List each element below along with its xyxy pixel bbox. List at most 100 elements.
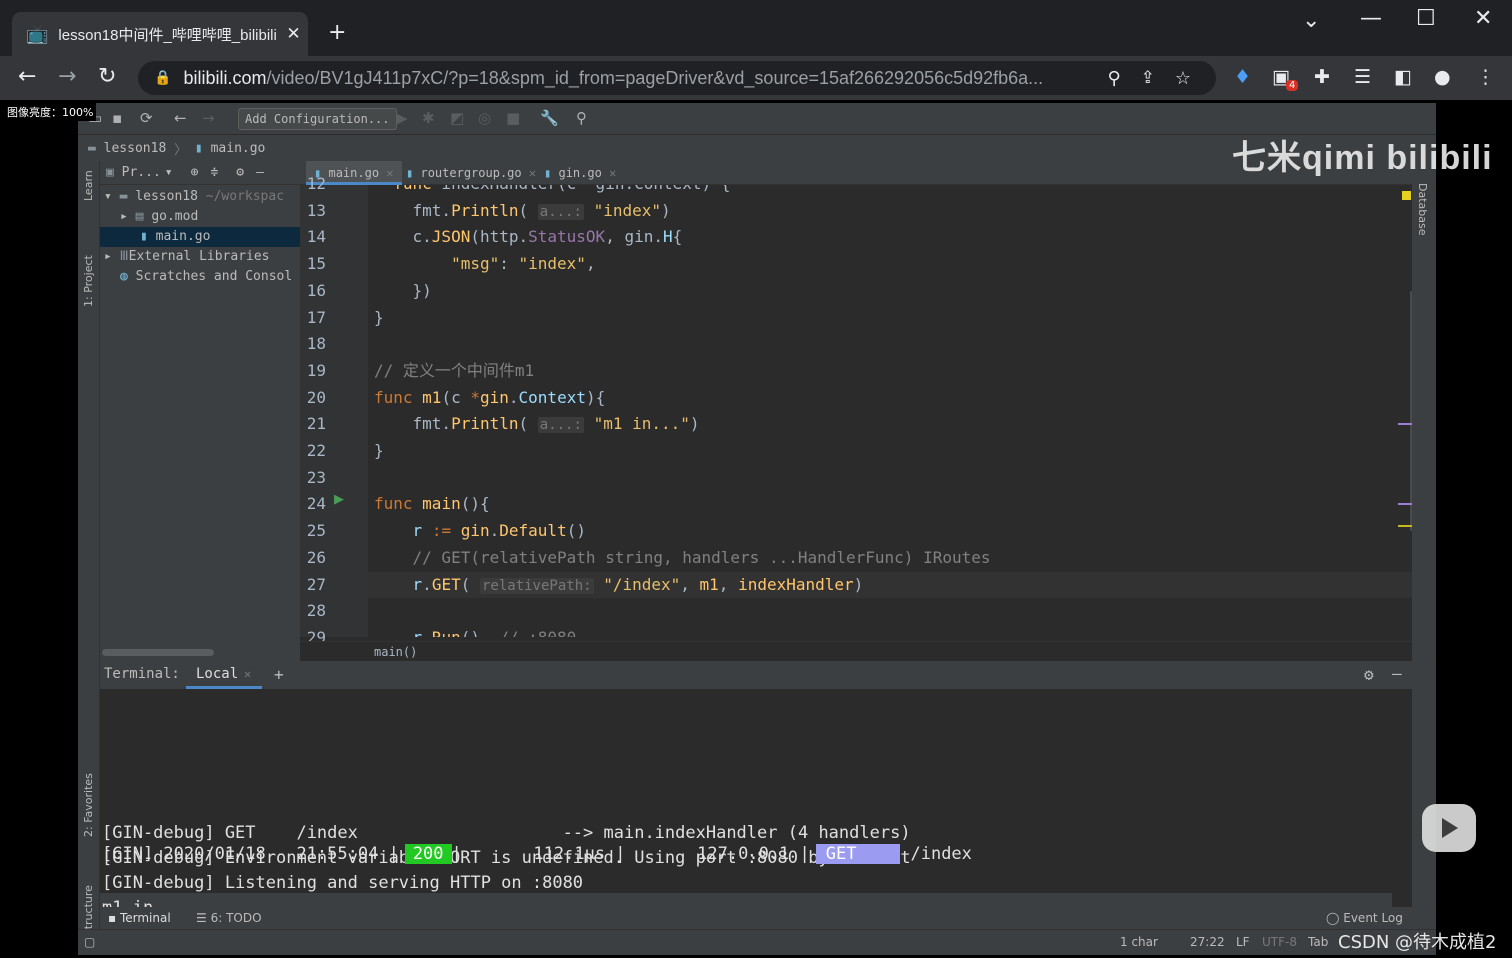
- share-icon[interactable]: ⇪: [1141, 68, 1155, 88]
- gin-log-line: [GIN] 2020/01/18 - 21:55:04 | 200 | 112.1µ…: [102, 842, 972, 867]
- new-tab-button[interactable]: +: [328, 20, 346, 45]
- reading-list-icon[interactable]: ☰: [1354, 66, 1371, 88]
- code-structure-breadcrumb[interactable]: main(): [300, 641, 1412, 661]
- search-everywhere-icon[interactable]: ⚲: [576, 109, 587, 127]
- profile-icon[interactable]: ●: [1434, 66, 1451, 88]
- side-panel-icon[interactable]: ◧: [1394, 66, 1412, 88]
- run-icon[interactable]: ▶: [396, 109, 408, 127]
- terminal-settings-icon[interactable]: ⚙: [1364, 665, 1374, 684]
- tab-search-icon[interactable]: ⌄: [1302, 8, 1320, 33]
- project-view-icon: ▣: [106, 165, 122, 180]
- zoom-icon[interactable]: ⚲: [1107, 68, 1120, 89]
- folder-icon: ▬: [88, 140, 104, 156]
- error-stripe-mark[interactable]: [1398, 423, 1412, 425]
- line-number: 23: [306, 467, 326, 487]
- settings-gear-icon[interactable]: ⚙: [236, 165, 244, 180]
- lock-icon: 🔒: [154, 70, 172, 86]
- tree-item-external-libraries[interactable]: ▸ ⅢExternal Libraries: [104, 247, 304, 267]
- ide-window: ▭ ▪ ⟳ ← → Add Configuration... ▶ ✱ ◩ ◎ ■…: [78, 103, 1436, 955]
- status-encoding[interactable]: UTF-8: [1262, 935, 1297, 949]
- save-icon[interactable]: ▪: [112, 109, 122, 127]
- close-window-icon[interactable]: ✕: [1474, 6, 1492, 31]
- terminal-tab-close-icon[interactable]: ✕: [244, 667, 251, 681]
- terminal-tool-button[interactable]: ▪ Terminal: [108, 911, 171, 925]
- breadcrumb-project[interactable]: lesson18: [104, 141, 167, 156]
- code-area[interactable]: func indexHandler(c *gin.Context) { fmt.…: [368, 185, 1412, 637]
- run-gutter-icon[interactable]: ▶: [334, 492, 344, 507]
- terminal-header: Terminal: Local ✕ + ⚙ —: [100, 661, 1412, 689]
- tree-item-lesson18[interactable]: ▾ ▬ lesson18 ~/workspac: [104, 187, 304, 207]
- terminal-hide-icon[interactable]: —: [1392, 664, 1402, 683]
- menu-dots-icon[interactable]: ⋮: [1476, 66, 1495, 88]
- gin-log-prefix: [GIN] 2020/01/18 - 21:55:04 |: [102, 844, 399, 864]
- video-play-icon[interactable]: [1422, 804, 1476, 852]
- new-terminal-button[interactable]: +: [274, 665, 284, 684]
- forward-icon[interactable]: →: [58, 64, 76, 89]
- code-line-17: }: [374, 307, 384, 327]
- breadcrumb-file[interactable]: main.go: [211, 141, 266, 156]
- tree-item-main-go[interactable]: ▮ main.go: [100, 227, 300, 247]
- tool-window-bar: ▪ Terminal ☰ 6: TODO ◯ Event Log: [100, 907, 1412, 929]
- status-code-badge: 200: [404, 844, 452, 864]
- request-path: /index: [910, 844, 972, 864]
- tree-item-go-mod[interactable]: ▸ ▤ go.mod: [120, 207, 320, 227]
- stop-icon[interactable]: ■: [506, 109, 520, 127]
- line-number: 21: [306, 414, 326, 434]
- add-configuration-button[interactable]: Add Configuration...: [238, 108, 397, 130]
- todo-tool-button[interactable]: ☰ 6: TODO: [196, 911, 262, 925]
- status-caret-position[interactable]: 27:22: [1190, 935, 1225, 949]
- event-log-button[interactable]: ◯ Event Log: [1326, 911, 1403, 925]
- inspection-status-icon[interactable]: [1402, 191, 1411, 200]
- warning-stripe-mark[interactable]: [1398, 525, 1412, 527]
- code-line-27: r.GET( relativePath: "/index", m1, index…: [412, 574, 864, 594]
- http-method-badge: GET: [815, 844, 901, 864]
- code-line-14: c.JSON(http.StatusOK, gin.H{: [374, 227, 683, 247]
- project-view-selector[interactable]: Pr...: [122, 165, 161, 180]
- locate-icon[interactable]: ⊕: [191, 165, 199, 180]
- extensions-puzzle-icon[interactable]: ✚: [1314, 66, 1330, 88]
- collapse-icon[interactable]: ≑: [210, 165, 218, 180]
- bookmark-star-icon[interactable]: ☆: [1175, 68, 1191, 89]
- extension-gem-icon[interactable]: ♦: [1234, 66, 1251, 88]
- minimize-icon[interactable]: —: [1360, 6, 1382, 31]
- line-number: 25: [306, 521, 326, 541]
- csdn-watermark: CSDN @待木成植2: [1338, 932, 1497, 953]
- line-number: 24: [306, 494, 326, 514]
- toggle-tool-windows-icon[interactable]: ▢: [84, 935, 95, 949]
- address-bar[interactable]: 🔒 bilibili.com/video/BV1gJ411p7xC/?p=18&…: [138, 61, 1216, 95]
- project-horizontal-scrollbar[interactable]: [102, 649, 214, 656]
- coverage-icon[interactable]: ◩: [450, 109, 464, 127]
- sync-icon[interactable]: ⟳: [140, 109, 153, 127]
- error-stripe-mark[interactable]: [1398, 503, 1412, 505]
- line-number-gutter: 12 13 14 15 16 17 18 19 20 21 22 23 24 2…: [300, 174, 368, 647]
- maximize-icon[interactable]: ☐: [1416, 6, 1436, 31]
- back-nav-icon[interactable]: ←: [174, 109, 187, 127]
- editor-tab-routergroup-go[interactable]: ▮ routergroup.go ✕: [398, 161, 544, 185]
- project-tool-tab[interactable]: 1: Project: [82, 255, 95, 307]
- left-tool-strip: Learn 1: Project 2: Favorites Z: Structu…: [78, 161, 100, 955]
- editor-tab-gin-go[interactable]: ▮ gin.go ✕: [536, 161, 624, 185]
- debug-icon[interactable]: ✱: [422, 109, 435, 127]
- code-line-21: fmt.Println( a...: "m1 in..."): [374, 414, 700, 434]
- line-number: 26: [306, 547, 326, 567]
- terminal-tab-local[interactable]: Local: [196, 666, 238, 682]
- browser-tab[interactable]: 📺 lesson18中间件_哔哩哔哩_bilibili ✕: [12, 12, 308, 56]
- favorites-tool-tab[interactable]: 2: Favorites: [82, 773, 95, 837]
- tab-close-icon[interactable]: ✕: [286, 24, 300, 44]
- status-indent[interactable]: Tab: [1308, 935, 1328, 949]
- forward-nav-icon[interactable]: →: [202, 109, 215, 127]
- profile-run-icon[interactable]: ◎: [478, 109, 491, 127]
- reload-icon[interactable]: ↻: [98, 64, 116, 89]
- terminal-panel: Terminal: Local ✕ + ⚙ — [GIN-debug] GET …: [100, 661, 1412, 943]
- line-number: 18: [306, 334, 326, 354]
- status-line-separator[interactable]: LF: [1236, 935, 1250, 949]
- back-icon[interactable]: ←: [18, 64, 36, 89]
- learn-tool-tab[interactable]: Learn: [82, 170, 95, 201]
- database-tool-tab[interactable]: Database: [1416, 183, 1429, 236]
- tree-item-scratches[interactable]: ◍ Scratches and Consol: [120, 267, 320, 287]
- hide-panel-icon[interactable]: —: [256, 165, 264, 180]
- code-line-19: // 定义一个中间件m1: [374, 360, 535, 380]
- project-panel-header: ▣ Pr... ▾ ⊕ ≑ ⚙ —: [100, 161, 300, 185]
- code-line-26: // GET(relativePath string, handlers ...…: [412, 547, 991, 567]
- wrench-icon[interactable]: 🔧: [540, 109, 559, 127]
